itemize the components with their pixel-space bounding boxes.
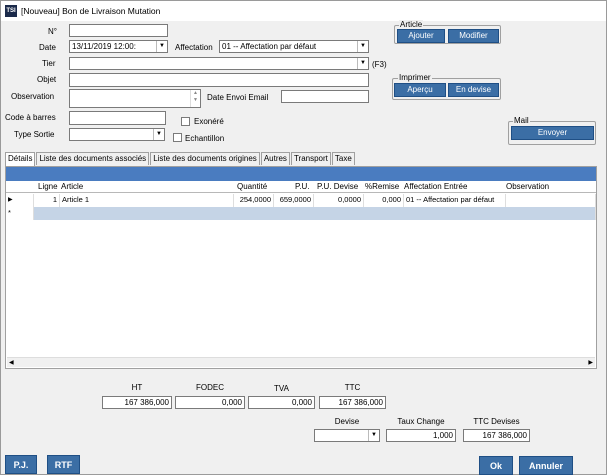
current-row-indicator-icon: ▶ (6, 194, 34, 207)
cell-remise[interactable]: 0,000 (364, 194, 404, 207)
tab-details[interactable]: Détails (5, 152, 36, 166)
ht-label: HT (131, 383, 143, 392)
date-envoi-label: Date Envoi Email (207, 93, 269, 102)
code-barres-label: Code à barres (5, 113, 56, 122)
devise-label: Devise (334, 417, 360, 426)
ttc-label: TTC (344, 383, 361, 392)
scroll-left-icon[interactable]: ◀ (9, 359, 14, 366)
observation-label: Observation (11, 92, 55, 101)
date-picker[interactable]: 13/11/2019 12:00: ▼ (69, 40, 168, 53)
ok-button[interactable]: Ok (479, 456, 513, 475)
col-observation[interactable]: Observation (506, 181, 549, 193)
affectation-value: 01 -- Affectation par défaut (222, 42, 317, 51)
cell-pu[interactable]: 659,0000 (274, 194, 314, 207)
apercu-button[interactable]: Aperçu (394, 83, 446, 97)
scroll-arrows-icon[interactable]: ▲ ▼ (190, 90, 200, 107)
window: TSI [Nouveau] Bon de Livraison Mutation … (0, 0, 607, 475)
col-article[interactable]: Article (61, 181, 83, 193)
imprimer-group-title: Imprimer (398, 73, 432, 82)
col-pu-devise[interactable]: P.U. Devise (317, 181, 358, 193)
col-ligne[interactable]: Ligne (38, 181, 58, 193)
date-envoi-input[interactable] (281, 90, 369, 103)
tier-hint: (F3) (372, 60, 387, 69)
echantillon-label: Echantillon (185, 134, 225, 143)
ajouter-button[interactable]: Ajouter (397, 29, 445, 43)
date-label: Date (39, 43, 56, 52)
tier-label: Tier (42, 59, 56, 68)
observation-input[interactable]: ▲ ▼ (69, 89, 201, 108)
ttc-devises-value: 167 386,000 (463, 429, 530, 442)
tab-taxe[interactable]: Taxe (331, 152, 355, 165)
col-quantite[interactable]: Quantité (237, 181, 267, 193)
table-new-row[interactable]: * (6, 207, 596, 220)
num-input[interactable] (69, 24, 168, 37)
envoyer-button[interactable]: Envoyer (511, 126, 594, 140)
app-logo-icon: TSI (5, 5, 17, 17)
fodec-value: 0,000 (175, 396, 245, 409)
tab-transport[interactable]: Transport (290, 152, 331, 165)
date-value: 13/11/2019 12:00: (72, 42, 136, 51)
objet-input[interactable] (69, 73, 369, 87)
affectation-select[interactable]: 01 -- Affectation par défaut ▼ (219, 40, 369, 53)
cell-ligne[interactable]: 1 (34, 194, 60, 207)
article-group-title: Article (399, 20, 424, 29)
taux-change-label: Taux Change (397, 417, 445, 426)
objet-label: Objet (37, 75, 57, 84)
exonere-label: Exonéré (194, 117, 224, 126)
annuler-button[interactable]: Annuler (519, 456, 573, 475)
chevron-down-icon[interactable]: ▼ (156, 41, 167, 52)
fodec-label: FODEC (196, 383, 224, 392)
table-row[interactable]: ▶ 1 Article 1 254,0000 659,0000 0,0000 0… (6, 194, 596, 207)
code-barres-input[interactable] (69, 111, 166, 125)
ht-value: 167 386,000 (102, 396, 172, 409)
tier-select[interactable]: ▼ (69, 57, 369, 70)
scroll-right-icon[interactable]: ▶ (588, 359, 593, 366)
pj-button[interactable]: P.J. (5, 455, 37, 474)
mail-group-title: Mail (513, 116, 530, 125)
cell-affectation-entree[interactable]: 01 -- Affectation par défaut (404, 194, 506, 207)
chevron-down-icon[interactable]: ▼ (357, 58, 368, 69)
taux-change-input[interactable]: 1,000 (386, 429, 456, 442)
col-pu[interactable]: P.U. (295, 181, 310, 193)
num-label: N° (48, 27, 57, 36)
new-row-indicator-icon: * (6, 207, 34, 220)
new-row-cells[interactable] (34, 207, 596, 220)
tva-value: 0,000 (248, 396, 315, 409)
ttc-devises-label: TTC Devises (473, 417, 520, 426)
echantillon-checkbox[interactable] (173, 133, 182, 142)
type-sortie-select[interactable]: ▼ (69, 128, 165, 141)
exonere-checkbox[interactable] (181, 117, 190, 126)
tab-autres[interactable]: Autres (260, 152, 290, 165)
en-devise-button[interactable]: En devise (448, 83, 499, 97)
tab-documents-origines[interactable]: Liste des documents origines (150, 152, 260, 165)
chevron-down-icon[interactable]: ▼ (357, 41, 368, 52)
cell-quantite[interactable]: 254,0000 (234, 194, 274, 207)
tab-strip: Détails Liste des documents associés Lis… (5, 152, 356, 166)
window-title: [Nouveau] Bon de Livraison Mutation (21, 6, 161, 16)
chevron-down-icon[interactable]: ▼ (153, 129, 164, 140)
chevron-down-icon[interactable]: ▼ (368, 430, 379, 441)
horizontal-scrollbar[interactable]: ◀ ▶ (7, 357, 595, 367)
cell-article[interactable]: Article 1 (60, 194, 234, 207)
affectation-label: Affectation (175, 43, 213, 52)
tva-label: TVA (274, 384, 289, 393)
grid-column-headers: Ligne Article Quantité P.U. P.U. Devise … (6, 181, 596, 193)
col-affectation-entree[interactable]: Affectation Entrée (404, 181, 467, 193)
rtf-button[interactable]: RTF (47, 455, 80, 474)
cell-observation[interactable] (506, 194, 596, 207)
tab-documents-associes[interactable]: Liste des documents associés (36, 152, 150, 165)
col-remise[interactable]: %Remise (365, 181, 399, 193)
details-grid[interactable]: Ligne Article Quantité P.U. P.U. Devise … (5, 166, 597, 369)
grid-group-header (6, 167, 596, 181)
title-bar: TSI [Nouveau] Bon de Livraison Mutation (1, 1, 606, 21)
ttc-value: 167 386,000 (319, 396, 386, 409)
type-sortie-label: Type Sortie (14, 130, 55, 139)
cell-pu-devise[interactable]: 0,0000 (314, 194, 364, 207)
devise-select[interactable]: ▼ (314, 429, 380, 442)
modifier-button[interactable]: Modifier (448, 29, 499, 43)
